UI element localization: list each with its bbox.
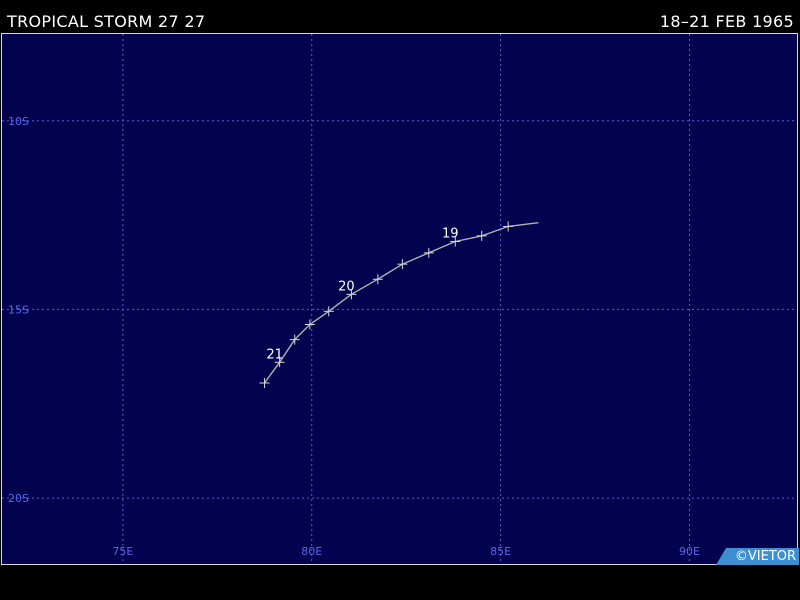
date-range: 18–21 FEB 1965: [659, 12, 794, 31]
track-fix-marker: [476, 230, 487, 241]
longitude-label: 75E: [112, 545, 133, 558]
credit-badge: ©VIETOR: [716, 548, 799, 565]
track-fix-marker: [503, 221, 514, 232]
title-bar: TROPICAL STORM 27 27 18–21 FEB 1965: [0, 0, 800, 33]
storm-title: TROPICAL STORM 27 27: [7, 12, 206, 31]
day-label-20: 20: [338, 279, 355, 294]
credit-text: ©VIETOR: [734, 549, 796, 564]
grid-lines: [2, 34, 797, 564]
track-fix-marker: [259, 378, 270, 389]
track-fix-marker: [423, 247, 434, 258]
day-label-21: 21: [266, 347, 283, 362]
latitude-label: 10S: [8, 115, 29, 128]
longitude-label: 90E: [679, 545, 700, 558]
bottom-bar: [0, 566, 800, 600]
day-label-19: 19: [442, 227, 459, 242]
latitude-label: 20S: [8, 492, 29, 505]
longitude-label: 85E: [490, 545, 511, 558]
track-map: 75E 80E 85E 90E 10S 15S 20S 19 20 21: [1, 33, 798, 565]
track-path: [263, 222, 539, 384]
map-labels: 75E 80E 85E 90E 10S 15S 20S 19 20 21: [8, 115, 700, 558]
storm-track: [259, 221, 539, 389]
map-canvas: 75E 80E 85E 90E 10S 15S 20S 19 20 21: [2, 34, 797, 564]
track-fix-marker: [372, 274, 383, 285]
latitude-label: 15S: [8, 303, 29, 316]
track-fix-marker: [397, 259, 408, 270]
longitude-label: 80E: [301, 545, 322, 558]
